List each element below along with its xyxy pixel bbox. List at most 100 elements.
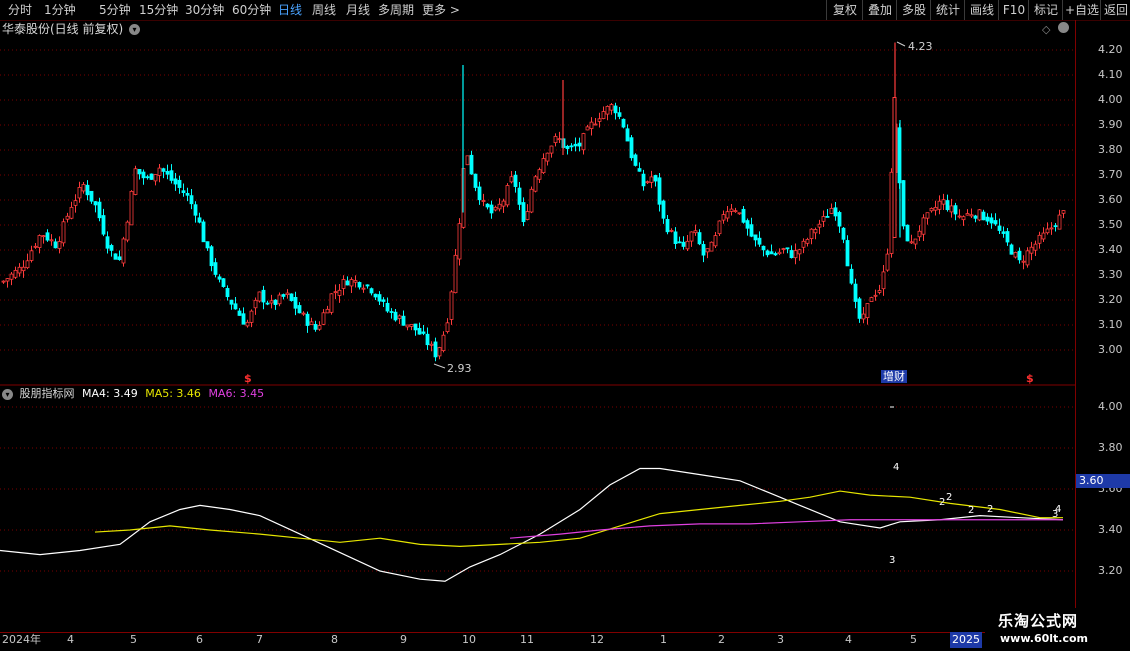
- candle-body: [573, 143, 578, 147]
- candle-body: [157, 167, 162, 176]
- date-tick-label: 12: [590, 633, 604, 646]
- candle-body: [125, 221, 130, 241]
- candle-body: [633, 154, 638, 166]
- date-tick-label: 10: [462, 633, 476, 646]
- candle-body: [57, 241, 62, 249]
- candle-body: [441, 334, 446, 352]
- candle-body: [845, 240, 850, 267]
- candle-body: [781, 248, 786, 250]
- candle-body: [481, 200, 486, 202]
- candle-body: [873, 294, 878, 297]
- candle-body: [813, 229, 818, 234]
- candle-body: [509, 176, 514, 183]
- candle-body: [609, 104, 614, 111]
- candle-body: [529, 188, 534, 213]
- kline-chart[interactable]: 4.232.93$ $432 22 2 43: [0, 0, 1130, 650]
- candle-body: [173, 178, 178, 185]
- candle-body: [677, 241, 682, 244]
- candle-body: [581, 133, 586, 151]
- candle-body: [769, 251, 774, 255]
- candle-body: [901, 180, 906, 227]
- last-value-badge: 3.60: [1076, 474, 1130, 488]
- candle-body: [337, 289, 342, 296]
- signal-number: 4: [893, 462, 899, 473]
- price-tick-label: 4.10: [1098, 68, 1123, 81]
- candle-body: [153, 174, 158, 182]
- candle-body: [805, 239, 810, 244]
- candle-body: [733, 210, 738, 213]
- candle-body: [533, 176, 538, 192]
- candle-body: [265, 302, 270, 305]
- low-marker: [433, 363, 446, 369]
- price-tick-label: 3.10: [1098, 318, 1123, 331]
- low-label: 2.93: [447, 362, 472, 375]
- candle-body: [237, 310, 242, 316]
- candle-body: [981, 211, 986, 221]
- date-tick-label: 8: [331, 633, 338, 646]
- signal-marker: $: [244, 372, 252, 385]
- candle-body: [117, 256, 122, 261]
- indicator-title: ▾ 股朋指标网 MA4: 3.49 MA5: 3.46 MA6: 3.45: [2, 387, 264, 401]
- candle-body: [353, 280, 358, 283]
- candle-body: [661, 200, 666, 219]
- candle-body: [305, 313, 310, 326]
- candle-body: [869, 297, 874, 302]
- candle-body: [853, 283, 858, 302]
- price-tick-label: 3.70: [1098, 168, 1123, 181]
- candle-body: [213, 262, 218, 275]
- candle-body: [489, 204, 494, 214]
- candle-body: [605, 106, 610, 115]
- candle-body: [49, 239, 54, 242]
- candle-body: [957, 215, 962, 218]
- candle-body: [1053, 225, 1058, 228]
- date-tick-label: 1: [660, 633, 667, 646]
- candle-body: [313, 324, 318, 330]
- candle-body: [41, 235, 46, 238]
- candle-body: [657, 177, 662, 205]
- candle-body: [33, 245, 38, 248]
- candle-body: [65, 215, 70, 220]
- candle-body: [649, 176, 654, 183]
- candle-body: [937, 200, 942, 210]
- candle-body: [129, 190, 134, 226]
- candle-body: [101, 215, 106, 235]
- candle-body: [229, 299, 234, 305]
- high-label: 4.23: [908, 40, 933, 53]
- indicator-tick-label: 3.80: [1098, 441, 1123, 454]
- indicator-tick-label: 3.40: [1098, 523, 1123, 536]
- ma6-line: [509, 519, 1063, 539]
- signal-number: 2: [946, 492, 952, 503]
- candle-body: [25, 260, 30, 269]
- candle-body: [613, 105, 618, 114]
- signal-number: 3: [889, 555, 895, 566]
- candle-body: [517, 187, 522, 205]
- candle-body: [945, 200, 950, 211]
- candle-body: [141, 171, 146, 179]
- date-tick-label: 2024年: [2, 633, 41, 646]
- info-tag[interactable]: 增财: [881, 370, 907, 383]
- candle-body: [997, 225, 1002, 231]
- candle-body: [421, 331, 426, 334]
- candle-body: [257, 291, 262, 302]
- candle-body: [777, 251, 782, 255]
- watermark-title: 乐淘公式网: [998, 612, 1079, 630]
- candle-body: [525, 211, 530, 220]
- candle-body: [473, 173, 478, 188]
- chevron-down-icon[interactable]: ▾: [2, 388, 13, 400]
- signal-number: 2: [939, 497, 945, 508]
- candle-body: [965, 213, 970, 216]
- candle-body: [925, 212, 930, 219]
- candle-body: [761, 245, 766, 251]
- candle-body: [1005, 231, 1010, 243]
- candle-body: [205, 241, 210, 249]
- candle-body: [977, 209, 982, 221]
- candle-body: [325, 308, 330, 314]
- candle-body: [165, 170, 170, 175]
- candle-body: [361, 287, 366, 290]
- candle-body: [389, 311, 394, 313]
- candle-body: [113, 253, 118, 260]
- date-tick-label: 5: [910, 633, 917, 646]
- candle-body: [617, 112, 622, 117]
- candle-body: [409, 324, 414, 327]
- candle-body: [97, 201, 102, 219]
